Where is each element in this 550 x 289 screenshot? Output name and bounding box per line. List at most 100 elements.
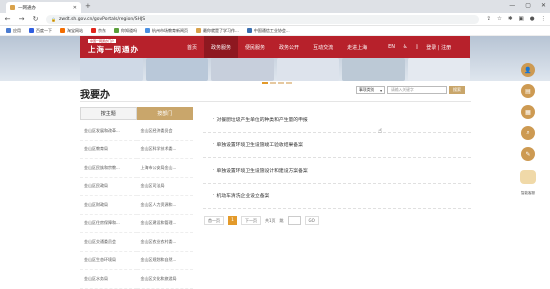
category-select[interactable]: 事项类别 ▾ — [356, 86, 385, 94]
bookmark-item[interactable]: 京东 — [91, 28, 106, 34]
login-link[interactable]: 登录 | 注册 — [426, 44, 451, 51]
nav-item[interactable]: 政务服务 — [204, 36, 239, 58]
go-button[interactable]: GO — [304, 216, 319, 225]
nav-item[interactable]: 互动交流 — [306, 36, 340, 58]
banner-card[interactable] — [342, 58, 405, 81]
department-link[interactable]: 金山区教育局 — [80, 141, 137, 159]
divider — [80, 101, 471, 102]
menu-icon[interactable]: ⋮ — [541, 16, 547, 22]
department-link[interactable]: 金山区水务局 — [80, 270, 137, 289]
service-item[interactable]: 机动车清洗企业设立备案 — [203, 184, 471, 209]
user-icon[interactable]: 👤 — [521, 63, 535, 77]
banner-card[interactable] — [80, 58, 143, 81]
department-link[interactable]: 金山区农业农村委... — [136, 233, 193, 252]
next-page-button[interactable]: 下一页 — [241, 216, 261, 225]
document-icon[interactable]: ▤ — [521, 84, 535, 98]
department-link[interactable]: 金山区住房保障和... — [80, 215, 137, 233]
star-icon[interactable]: ☆ — [497, 16, 502, 22]
bookmark-icon — [196, 28, 201, 33]
edit-icon[interactable]: ✎ — [521, 147, 535, 161]
bookmark-item[interactable]: 淘宝网站 — [60, 28, 83, 34]
mobile-icon[interactable]: ▯ — [415, 44, 418, 50]
department-link[interactable]: 金山区发展和改革... — [80, 122, 137, 141]
banner-card[interactable] — [211, 58, 274, 81]
search-input[interactable]: 请输入关键字 — [387, 86, 447, 94]
department-link[interactable]: 金山区建设和管理... — [136, 215, 193, 233]
carousel-dot[interactable] — [270, 82, 276, 84]
bookmark-label: 你知道吗 — [121, 27, 137, 33]
bookmark-icon — [6, 28, 11, 33]
nav-item[interactable]: 政务公开 — [272, 36, 306, 58]
url-field[interactable]: 🔒 zwdt.sh.gov.cn/govPortals/region/SHJS — [46, 14, 480, 24]
nav-item[interactable]: 便民服务 — [238, 36, 272, 58]
nav-item[interactable]: 走进上海 — [340, 36, 374, 58]
bookmark-item[interactable]: 杭州市场教育新闻页 — [145, 28, 188, 34]
department-link[interactable]: 金山区财政局 — [80, 196, 137, 215]
tab-close-icon[interactable]: ✕ — [73, 5, 77, 11]
accessibility-icon[interactable]: ♿ — [403, 44, 407, 50]
page-input[interactable] — [287, 216, 301, 225]
department-link[interactable]: 金山区人力资源和... — [136, 196, 193, 215]
window-controls: — ▢ ✕ — [509, 2, 546, 9]
language-switch[interactable]: EN — [388, 44, 395, 50]
bookmark-item[interactable]: 你知道吗 — [114, 28, 137, 34]
site-logo[interactable]: 中国一网通办门户 上海一网通办 — [80, 39, 170, 55]
tab-title: 一网通办 — [18, 5, 36, 11]
department-link[interactable]: 金山区生态环境局 — [80, 252, 137, 270]
back-arrow-icon[interactable]: ← — [4, 15, 11, 23]
department-link[interactable]: 上海市公安局金山... — [136, 159, 193, 178]
share-icon[interactable]: ⇪ — [486, 16, 491, 22]
service-item[interactable]: 单独设置环境卫生设施竣工验收结果备案 — [203, 133, 471, 158]
service-item[interactable]: 对餐厨垃圾产生单位的种类和产生量的申报 — [203, 107, 471, 133]
carousel-dot[interactable] — [286, 82, 292, 84]
forward-arrow-icon[interactable]: → — [18, 15, 25, 23]
banner-card[interactable] — [276, 58, 339, 81]
current-page[interactable]: 1 — [228, 216, 237, 225]
department-link[interactable]: 金山区民族和宗教... — [80, 159, 137, 178]
department-link[interactable]: 金山区规划和自然... — [136, 252, 193, 270]
department-link[interactable]: 金山区文化和旅游局 — [136, 270, 193, 289]
minimize-icon[interactable]: — — [509, 2, 515, 9]
close-window-icon[interactable]: ✕ — [541, 2, 546, 9]
bookmark-icon — [246, 28, 252, 33]
bookmark-item[interactable]: 应用 — [6, 28, 21, 34]
carousel-dot[interactable] — [262, 82, 268, 84]
browser-tab[interactable]: 一网通办 ✕ — [6, 2, 81, 13]
search-button[interactable]: 搜索 — [449, 86, 465, 94]
pagination: 首一页 1 下一页 共1页 跳 GO — [204, 216, 319, 225]
nav-item[interactable]: 首页 — [180, 36, 204, 58]
tab-by-topic[interactable]: 按主题 — [80, 107, 137, 120]
logo-subtitle: 中国一网通办门户 — [88, 39, 117, 43]
extensions-icon[interactable]: ✱ — [508, 16, 513, 22]
section-title: 我要办 — [80, 90, 110, 101]
department-link[interactable]: 金山区民政局 — [80, 178, 137, 196]
calendar-icon[interactable]: ▦ — [521, 105, 535, 119]
address-bar: ← → ↻ 🔒 zwdt.sh.gov.cn/govPortals/region… — [0, 13, 550, 26]
search-icon[interactable]: ⌕ — [521, 126, 535, 140]
maximize-icon[interactable]: ▢ — [525, 2, 531, 9]
bookmark-item[interactable]: 最你就是了学习作... — [196, 28, 239, 34]
first-page-button[interactable]: 首一页 — [204, 216, 224, 225]
profile-icon[interactable]: ● — [530, 16, 535, 22]
left-tabs: 按主题 按部门 — [80, 107, 193, 120]
department-link[interactable]: 金山区司法局 — [136, 178, 193, 196]
department-link[interactable]: 金山区经济委员会 — [136, 122, 193, 141]
goto-label: 跳 — [279, 217, 284, 223]
carousel-dot[interactable] — [278, 82, 284, 84]
service-item[interactable]: 单独设置环境卫生设施设计和建设方案备案 — [203, 158, 471, 184]
tab-by-department[interactable]: 按部门 — [136, 107, 193, 120]
banner-card[interactable] — [145, 58, 208, 81]
bookmark-label: 杭州市场教育新闻页 — [152, 27, 188, 33]
carousel-dots — [262, 82, 292, 84]
service-list: 对餐厨垃圾产生单位的种类和产生量的申报单独设置环境卫生设施竣工验收结果备案单独设… — [203, 107, 471, 209]
new-tab-button[interactable]: + — [85, 2, 91, 10]
banner-card[interactable] — [407, 58, 470, 81]
robot-assistant-icon[interactable] — [520, 170, 536, 184]
bookmark-icon — [114, 28, 119, 33]
sidebar-icon[interactable]: ▣ — [518, 16, 523, 22]
department-link[interactable]: 金山区交通委员会 — [80, 233, 137, 252]
bookmark-item[interactable]: 中国通信工业协会... — [246, 28, 290, 34]
reload-icon[interactable]: ↻ — [32, 15, 39, 23]
bookmark-item[interactable]: 百度一下 — [29, 28, 52, 34]
department-link[interactable]: 金山区科学技术委... — [136, 141, 193, 159]
